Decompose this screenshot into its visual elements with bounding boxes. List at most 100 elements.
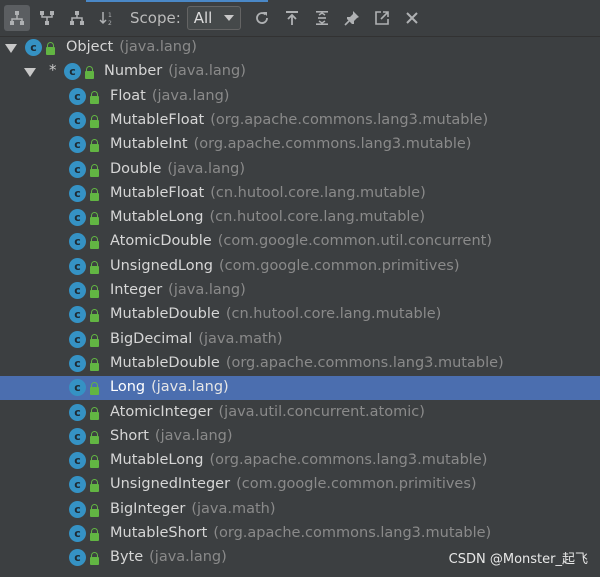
class-package: (java.lang) xyxy=(168,282,246,298)
tree-row[interactable]: c Short (java.lang) xyxy=(0,425,600,449)
class-icon: c xyxy=(68,354,88,374)
class-icon: c xyxy=(68,257,88,277)
class-icon: c xyxy=(68,475,88,495)
tree-row[interactable]: c BigDecimal (java.math) xyxy=(0,328,600,352)
type-hierarchy-button[interactable] xyxy=(4,5,30,31)
public-access-icon xyxy=(90,406,99,420)
class-name: Integer xyxy=(110,282,163,298)
tree-row[interactable]: c UnsignedInteger (com.google.common.primi… xyxy=(0,473,600,497)
class-name: AtomicInteger xyxy=(110,403,213,420)
class-package: (java.lang) xyxy=(151,379,229,396)
class-name: Long xyxy=(110,379,146,396)
public-access-icon xyxy=(90,455,99,469)
class-package: (org.apache.commons.lang3.mutable) xyxy=(210,111,489,128)
scope-label: Scope: xyxy=(130,9,181,27)
toolbar-active-indicator xyxy=(86,0,268,2)
sort-alphabetically-button[interactable]: 12 xyxy=(94,5,120,31)
public-access-icon xyxy=(90,90,99,104)
subtypes-icon xyxy=(70,11,84,25)
class-name: MutableFloat xyxy=(110,184,205,201)
class-name: MutableDouble xyxy=(110,354,220,371)
open-in-window-button[interactable] xyxy=(369,5,395,31)
type-hierarchy-tree[interactable]: c Object (java.lang) * c Number (java.lang) c Fl… xyxy=(0,36,600,577)
tree-row[interactable]: c Object (java.lang) xyxy=(0,36,600,60)
class-package: (cn.hutool.core.lang.mutable) xyxy=(209,209,426,226)
class-icon: c xyxy=(68,208,88,228)
pin-icon xyxy=(344,11,359,26)
class-icon: c xyxy=(68,135,88,155)
class-package: (cn.hutool.core.lang.mutable) xyxy=(210,184,426,201)
class-package: (java.lang) xyxy=(168,63,246,80)
public-access-icon xyxy=(90,163,99,177)
public-access-icon xyxy=(90,260,99,274)
expand-all-button[interactable] xyxy=(309,5,335,31)
public-access-icon xyxy=(90,309,99,323)
class-icon: c xyxy=(68,111,88,131)
tree-row[interactable]: c MutableShort (org.apache.commons.lang3.m… xyxy=(0,522,600,546)
tree-row[interactable]: c Integer (java.lang) xyxy=(0,279,600,303)
class-name: MutableInt xyxy=(110,136,188,153)
tree-row[interactable]: c MutableDouble (org.apache.commons.lang3.… xyxy=(0,352,600,376)
pin-button[interactable] xyxy=(339,5,365,31)
tree-row[interactable]: c MutableDouble (cn.hutool.core.lang.mutab… xyxy=(0,303,600,327)
public-access-icon xyxy=(90,528,99,541)
class-package: (cn.hutool.core.lang.mutable) xyxy=(225,306,442,323)
scope-dropdown[interactable]: All xyxy=(186,6,241,30)
class-package: (com.google.common.primitives) xyxy=(219,257,460,274)
expand-toggle-icon[interactable] xyxy=(24,68,36,78)
tree-row[interactable]: c MutableFloat (cn.hutool.core.lang.mutabl… xyxy=(0,182,600,206)
class-icon: c xyxy=(63,62,83,82)
class-name: MutableShort xyxy=(110,525,208,541)
chevron-down-icon xyxy=(223,15,234,21)
supertypes-icon xyxy=(40,11,54,25)
class-package: (java.lang) xyxy=(149,549,227,566)
supertypes-button[interactable] xyxy=(34,5,60,31)
export-button[interactable] xyxy=(279,5,305,31)
close-icon xyxy=(406,12,418,24)
tree-row[interactable]: c MutableInt (org.apache.commons.lang3.mut… xyxy=(0,133,600,157)
class-name: MutableLong xyxy=(110,209,204,226)
class-name: MutableLong xyxy=(110,452,204,469)
expand-all-icon xyxy=(315,11,328,25)
tree-row[interactable]: c MutableLong (org.apache.commons.lang3.mu… xyxy=(0,449,600,473)
sort-alphabetically-icon: 12 xyxy=(99,12,112,26)
class-package: (java.lang) xyxy=(167,160,246,177)
public-access-icon xyxy=(90,236,99,250)
tree-row[interactable]: c BigInteger (java.math) xyxy=(0,498,600,522)
open-in-window-icon xyxy=(374,11,389,25)
public-access-icon xyxy=(90,552,99,566)
class-icon: c xyxy=(68,330,88,350)
public-access-icon xyxy=(90,503,99,517)
tree-row[interactable]: c AtomicInteger (java.util.concurrent.atom… xyxy=(0,401,600,425)
public-access-icon xyxy=(90,430,99,444)
watermark: CSDN @Monster_起飞 xyxy=(448,552,588,567)
class-package: (java.util.concurrent.atomic) xyxy=(218,403,425,420)
tree-row[interactable]: c UnsignedLong (com.google.common.primitiv… xyxy=(0,255,600,279)
class-icon: c xyxy=(68,87,88,107)
public-access-icon xyxy=(90,382,99,396)
class-icon: c xyxy=(68,232,88,252)
tree-row[interactable]: c MutableFloat (org.apache.commons.lang3.m… xyxy=(0,109,600,133)
tree-row[interactable]: c MutableLong (cn.hutool.core.lang.mutable… xyxy=(0,206,600,230)
tree-row[interactable]: * c Number (java.lang) xyxy=(0,60,600,84)
class-name: Short xyxy=(110,427,149,444)
class-name: Number xyxy=(104,63,163,80)
class-icon: c xyxy=(68,524,88,544)
tree-row[interactable]: c Long (java.lang) xyxy=(0,376,600,401)
expand-toggle-icon[interactable] xyxy=(5,44,17,53)
class-icon: c xyxy=(68,403,88,423)
tree-row[interactable]: c Float (java.lang) xyxy=(0,85,600,109)
tree-row[interactable]: c AtomicDouble (com.google.common.util.con… xyxy=(0,230,600,254)
class-package: (org.apache.commons.lang3.mutable) xyxy=(193,136,472,153)
class-name: MutableFloat xyxy=(110,111,205,128)
subtypes-button[interactable] xyxy=(64,5,90,31)
refresh-icon xyxy=(255,12,268,24)
svg-text:2: 2 xyxy=(108,20,112,26)
public-access-icon xyxy=(46,42,55,55)
tree-row[interactable]: c Double (java.lang) xyxy=(0,158,600,182)
class-icon: c xyxy=(68,500,88,520)
class-icon: c xyxy=(68,427,88,447)
refresh-button[interactable] xyxy=(249,5,275,31)
public-access-icon xyxy=(90,187,99,201)
close-button[interactable] xyxy=(399,5,425,31)
